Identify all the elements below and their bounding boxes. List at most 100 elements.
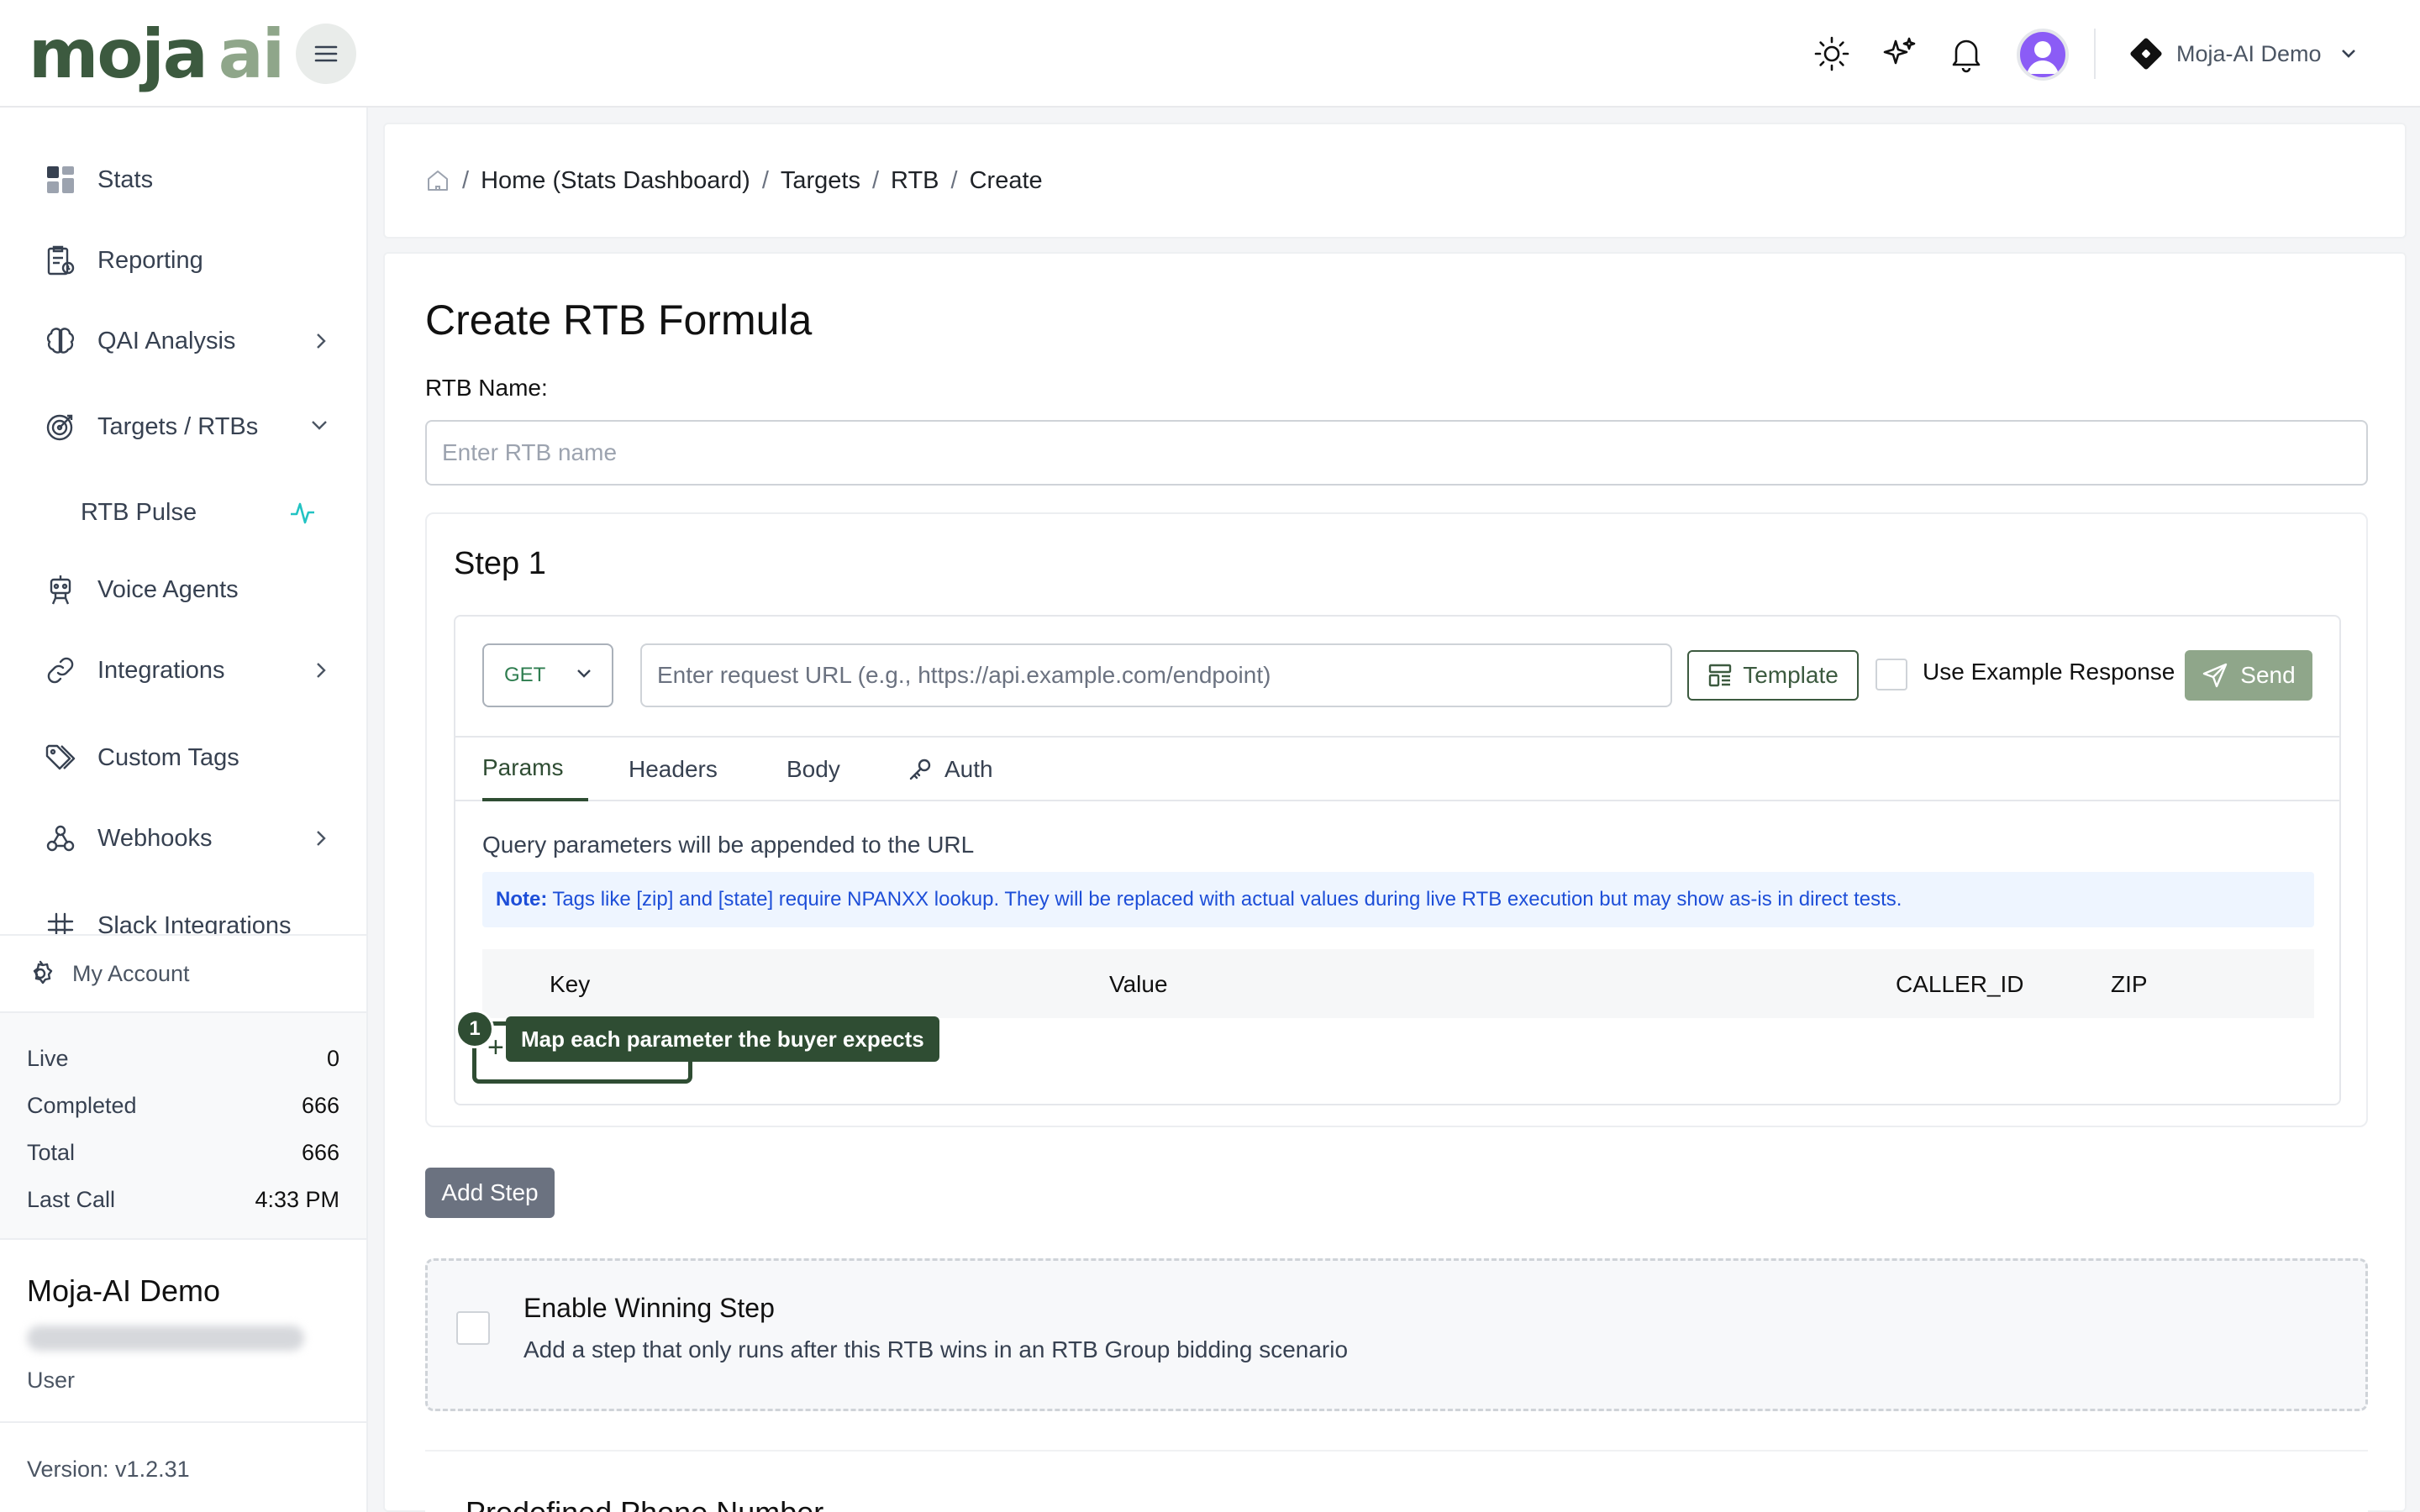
sidebar-item-voice-agents[interactable]: Voice Agents xyxy=(44,564,329,615)
sidebar-item-qai-analysis[interactable]: QAI Analysis xyxy=(44,316,329,366)
sidebar-item-label: Webhooks xyxy=(97,824,213,852)
menu-toggle-button[interactable] xyxy=(296,24,356,84)
hamburger-icon xyxy=(314,45,338,62)
tour-tooltip: Map each parameter the buyer expects xyxy=(506,1016,939,1062)
column-key: Key xyxy=(550,971,591,997)
app-version: Version: v1.2.31 xyxy=(0,1421,366,1512)
sidebar-item-targets-rtbs[interactable]: Targets / RTBs xyxy=(44,402,329,452)
breadcrumb-targets[interactable]: Targets xyxy=(781,167,860,195)
sidebar-item-slack-integrations[interactable]: Slack Integrations xyxy=(44,900,329,934)
dashboard-grid-icon xyxy=(44,163,77,197)
tab-body[interactable]: Body xyxy=(786,738,840,801)
params-description: Query parameters will be appended to the… xyxy=(482,832,975,858)
sidebar-item-rtb-pulse[interactable]: RTB Pulse xyxy=(81,487,316,538)
step-title: Step 1 xyxy=(454,546,546,581)
request-url-input[interactable] xyxy=(640,643,1672,707)
target-icon xyxy=(44,410,77,444)
stat-last-call: Last Call 4:33 PM xyxy=(27,1186,339,1212)
webhook-icon xyxy=(44,822,77,855)
ai-assistant-button[interactable] xyxy=(1876,30,1923,77)
winning-step-description: Add a step that only runs after this RTB… xyxy=(523,1336,1349,1362)
paper-plane-icon xyxy=(2203,663,2228,688)
tag-icon xyxy=(44,741,77,774)
column-zip: ZIP xyxy=(2111,971,2148,997)
request-builder: GET Template Use Example Response Send P… xyxy=(454,615,2341,1105)
chevron-down-icon xyxy=(312,421,327,430)
sparkles-icon xyxy=(1883,37,1916,65)
breadcrumb-separator: / xyxy=(950,166,958,194)
link-icon xyxy=(44,654,77,687)
slack-icon xyxy=(44,909,77,934)
header-divider xyxy=(2094,29,2096,79)
chevron-right-icon xyxy=(317,333,326,349)
winning-step-panel: Enable Winning Step Add a step that only… xyxy=(425,1258,2368,1411)
top-bar: moja ai Moja-AI Demo xyxy=(0,0,2420,108)
sidebar-item-my-account[interactable]: My Account xyxy=(0,934,366,1011)
request-tabs: Params Headers Body Auth xyxy=(455,736,2339,801)
template-icon xyxy=(1708,664,1732,687)
home-icon[interactable] xyxy=(425,168,450,193)
breadcrumb-rtb[interactable]: RTB xyxy=(891,167,939,195)
org-switcher[interactable]: Moja-AI Demo xyxy=(2129,30,2357,77)
sun-icon xyxy=(1814,36,1849,71)
use-example-response-label[interactable]: Use Example Response xyxy=(1923,659,2175,685)
predefined-phone-section: Predefined Phone Number xyxy=(425,1450,2368,1512)
send-button[interactable]: Send xyxy=(2185,650,2312,701)
sidebar-nav: Stats Reporting QAI Analysis Targets / R… xyxy=(0,108,366,934)
template-button[interactable]: Template xyxy=(1687,650,1859,701)
sidebar-item-label: RTB Pulse xyxy=(81,498,197,526)
brand-logo[interactable]: moja ai xyxy=(29,15,285,93)
sidebar-item-stats[interactable]: Stats xyxy=(44,155,329,205)
note-prefix: Note: xyxy=(496,888,548,911)
enable-winning-step-checkbox[interactable] xyxy=(456,1311,490,1345)
user-silhouette-icon xyxy=(2027,41,2059,74)
http-method-value: GET xyxy=(504,664,546,686)
page-title: Create RTB Formula xyxy=(425,297,813,344)
rtb-name-input[interactable] xyxy=(425,420,2368,486)
stat-completed: Completed 666 xyxy=(27,1092,339,1118)
robot-icon xyxy=(44,573,77,606)
notifications-button[interactable] xyxy=(1943,30,1990,77)
rtb-name-label: RTB Name: xyxy=(425,375,548,401)
tab-auth[interactable]: Auth xyxy=(908,738,993,801)
step-card: Step 1 GET Template Use Example Response… xyxy=(425,512,2368,1127)
sidebar: Stats Reporting QAI Analysis Targets / R… xyxy=(0,108,368,1512)
breadcrumb-separator: / xyxy=(871,166,880,194)
sidebar-item-label: Integrations xyxy=(97,656,225,684)
add-step-button[interactable]: Add Step xyxy=(425,1168,555,1218)
breadcrumb-home[interactable]: Home (Stats Dashboard) xyxy=(481,167,750,195)
breadcrumb: / Home (Stats Dashboard) / Targets / RTB… xyxy=(383,123,2407,239)
http-method-select[interactable]: GET xyxy=(482,643,613,707)
sidebar-item-label: Custom Tags xyxy=(97,743,239,771)
tour-step-badge: 1 xyxy=(455,1010,494,1048)
breadcrumb-separator: / xyxy=(761,166,769,194)
sidebar-item-custom-tags[interactable]: Custom Tags xyxy=(44,732,329,783)
sidebar-item-label: Targets / RTBs xyxy=(97,412,259,440)
tab-params[interactable]: Params xyxy=(482,738,588,801)
stat-total: Total 666 xyxy=(27,1139,339,1165)
section-title: Predefined Phone Number xyxy=(466,1495,823,1512)
tab-headers[interactable]: Headers xyxy=(629,738,718,801)
chevron-down-icon xyxy=(2341,50,2355,58)
org-info: Moja-AI Demo User xyxy=(27,1273,346,1394)
params-table-header: Key Value CALLER_ID ZIP xyxy=(482,949,2314,1018)
use-example-response-checkbox[interactable] xyxy=(1876,659,1907,690)
column-caller-id: CALLER_ID xyxy=(1896,971,2024,997)
breadcrumb-separator: / xyxy=(462,166,470,194)
breadcrumb-create: Create xyxy=(969,166,1043,194)
call-stats-panel: Live 0 Completed 666 Total 666 Last Call 4:3… xyxy=(0,1011,366,1240)
sidebar-item-label: Voice Agents xyxy=(97,575,239,603)
report-clipboard-icon xyxy=(44,244,77,277)
column-value: Value xyxy=(1109,971,1168,997)
note-text: Tags like [zip] and [state] require NPAN… xyxy=(552,888,1902,911)
user-role: User xyxy=(27,1368,76,1393)
sidebar-item-webhooks[interactable]: Webhooks xyxy=(44,813,329,864)
user-avatar[interactable] xyxy=(2017,29,2069,81)
redacted-email xyxy=(27,1326,304,1351)
sidebar-item-label: Stats xyxy=(97,165,154,193)
winning-step-title[interactable]: Enable Winning Step xyxy=(523,1293,775,1324)
theme-toggle-button[interactable] xyxy=(1808,30,1855,77)
bell-icon xyxy=(1952,39,1981,73)
sidebar-item-integrations[interactable]: Integrations xyxy=(44,645,329,696)
sidebar-item-reporting[interactable]: Reporting xyxy=(44,235,329,286)
